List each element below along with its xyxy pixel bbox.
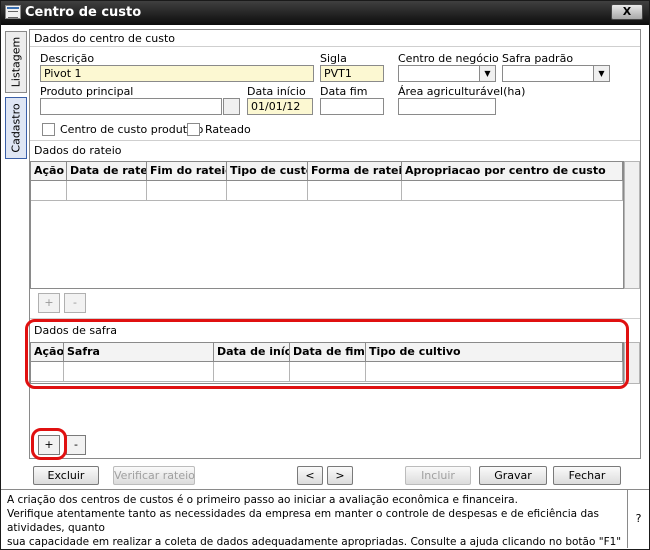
safra-padrao-select[interactable]: ▼ [502,65,610,82]
help-button[interactable]: ? [627,490,649,548]
highlight-safra-section [25,319,629,389]
safra-remove-button[interactable]: - [66,435,86,455]
rateio-col-tipo[interactable]: Tipo de custo [227,162,308,180]
highlight-add-button [31,428,67,460]
rateio-grid-header: Ação Data de rateio Fim do rateio Tipo d… [31,162,623,181]
window-icon [5,5,21,19]
status-line: A criação dos centros de custos é o prim… [7,494,518,506]
safra-padrao-label: Safra padrão [502,52,574,65]
rateio-remove-button[interactable]: - [64,293,86,313]
action-bar: Excluir Verificar rateio < > Incluir Gra… [1,461,649,489]
rateado-label: Rateado [205,123,251,136]
status-text: A criação dos centros de custos é o prim… [7,493,623,550]
produto-lookup-button[interactable] [223,98,240,115]
gravar-button[interactable]: Gravar [479,466,547,485]
status-line: sua capacidade em realizar a coleta de d… [7,536,622,548]
data-fim-label: Data fim [320,85,368,98]
divider [30,46,640,47]
rateio-scrollbar[interactable] [624,161,640,289]
incluir-button[interactable]: Incluir [405,466,471,485]
sigla-input[interactable]: PVT1 [320,65,384,82]
close-button[interactable]: X [611,4,643,20]
section-title-centro: Dados do centro de custo [34,32,176,45]
produto-label: Produto principal [40,85,134,98]
rateio-col-acao[interactable]: Ação [31,162,67,180]
side-tabs: Listagem Cadastro [5,31,27,461]
dropdown-arrow-icon[interactable]: ▼ [593,66,609,81]
produtivo-checkbox[interactable] [42,123,55,136]
window: Centro de custo X Listagem Cadastro Dado… [0,0,650,550]
centro-negocio-label: Centro de negócio [398,52,499,65]
tab-listagem[interactable]: Listagem [5,31,27,93]
data-inicio-label: Data início [247,85,306,98]
status-bar: A criação dos centros de custos é o prim… [1,489,649,549]
form-panel: Dados do centro de custo Descrição Pivot… [29,29,641,459]
verificar-rateio-button[interactable]: Verificar rateio [113,466,195,485]
rateio-col-data[interactable]: Data de rateio [67,162,147,180]
tab-cadastro[interactable]: Cadastro [5,97,27,159]
fechar-button[interactable]: Fechar [553,466,621,485]
table-row[interactable] [31,181,623,201]
descricao-label: Descrição [40,52,95,65]
tab-cadastro-label: Cadastro [9,103,23,153]
window-title: Centro de custo [25,5,142,20]
rateio-col-apropriacao[interactable]: Apropriacao por centro de custo [402,162,623,180]
rateio-add-button[interactable]: + [38,293,60,313]
rateio-grid[interactable]: Ação Data de rateio Fim do rateio Tipo d… [30,161,624,289]
produtivo-label: Centro de custo produtivo [60,123,204,136]
centro-negocio-select[interactable]: ▼ [398,65,496,82]
prev-button[interactable]: < [297,466,323,485]
sigla-label: Sigla [320,52,347,65]
tab-listagem-label: Listagem [9,36,23,88]
area-input[interactable] [398,98,496,115]
title-bar: Centro de custo X [1,1,649,25]
descricao-input[interactable]: Pivot 1 [40,65,314,82]
data-inicio-input[interactable]: 01/01/12 [247,98,313,115]
dropdown-arrow-icon[interactable]: ▼ [479,66,495,81]
next-button[interactable]: > [327,466,353,485]
rateio-col-fim[interactable]: Fim do rateio [147,162,227,180]
divider [30,140,640,141]
data-fim-input[interactable] [320,98,384,115]
rateado-checkbox[interactable] [187,123,200,136]
status-line: Verifique atentamente tanto as necessida… [7,508,600,534]
rateio-col-forma[interactable]: Forma de rateio [308,162,402,180]
produto-input[interactable] [40,98,222,115]
section-title-rateio: Dados do rateio [34,144,122,157]
area-label: Área agriculturável(ha) [398,85,526,98]
excluir-button[interactable]: Excluir [33,466,99,485]
